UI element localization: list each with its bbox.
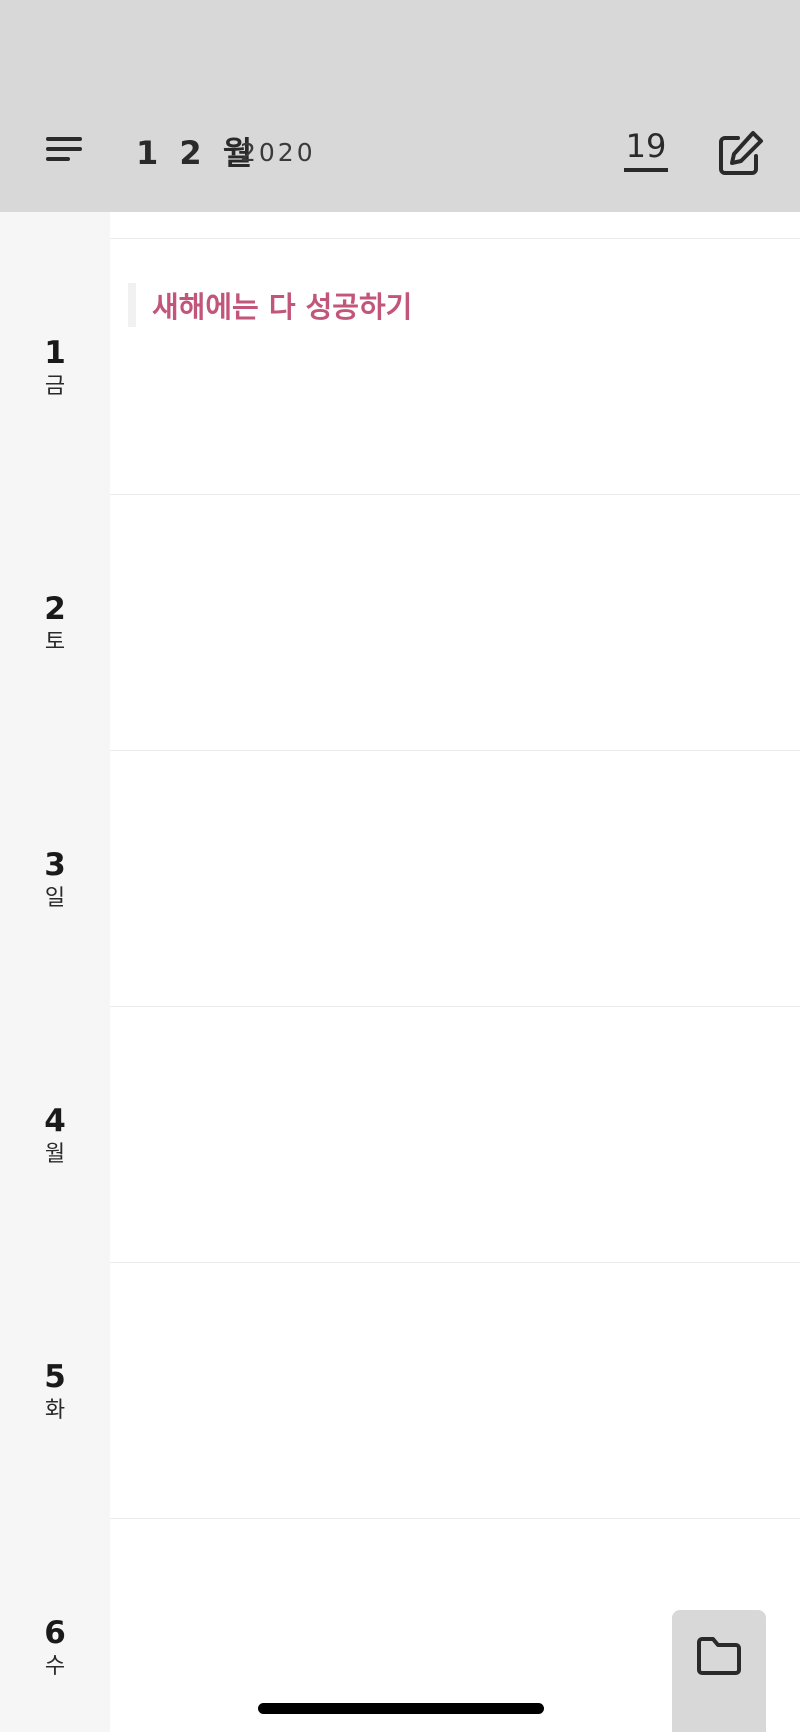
- day-number: 1: [44, 335, 66, 371]
- day-number: 5: [44, 1359, 66, 1395]
- day-label-4: 4 월: [0, 1102, 110, 1170]
- day-row-3[interactable]: [110, 751, 800, 1006]
- day-weekday: 토: [44, 630, 66, 655]
- home-indicator: [258, 1703, 544, 1714]
- day-number: 4: [44, 1103, 66, 1139]
- day-label-3: 3 일: [0, 846, 110, 914]
- day-gutter: [0, 212, 110, 1732]
- day-weekday: 수: [44, 1654, 66, 1679]
- event-item[interactable]: 새해에는 다 성공하기: [128, 282, 412, 328]
- today-button[interactable]: 19: [620, 126, 672, 178]
- year-label: 2020: [240, 138, 316, 167]
- day-number: 3: [44, 847, 66, 883]
- day-weekday: 금: [44, 374, 66, 399]
- menu-button[interactable]: [36, 124, 100, 180]
- today-date: 19: [625, 127, 667, 165]
- day-label-5: 5 화: [0, 1358, 110, 1426]
- edit-button[interactable]: [712, 126, 768, 182]
- day-row-5[interactable]: [110, 1263, 800, 1518]
- day-number: 6: [44, 1615, 66, 1651]
- day-row-4[interactable]: [110, 1007, 800, 1262]
- event-title: 새해에는 다 성공하기: [152, 290, 413, 324]
- menu-lines-icon: [46, 137, 82, 161]
- day-label-2: 2 토: [0, 590, 110, 658]
- event-marker: [128, 283, 136, 327]
- folder-icon: [697, 1637, 741, 1675]
- day-weekday: 일: [44, 886, 66, 911]
- today-underline: [624, 168, 668, 172]
- folder-button[interactable]: [672, 1610, 766, 1732]
- day-label-6: 6 수: [0, 1614, 110, 1682]
- day-weekday: 월: [44, 1142, 66, 1167]
- top-app-bar: 1 2 월 2020 19: [0, 0, 800, 212]
- day-number: 2: [44, 591, 66, 627]
- day-row-2[interactable]: [110, 495, 800, 750]
- edit-pencil-icon: [719, 131, 763, 175]
- day-weekday: 화: [44, 1398, 66, 1423]
- day-label-1: 1 금: [0, 334, 110, 402]
- day-row-1[interactable]: [110, 239, 800, 494]
